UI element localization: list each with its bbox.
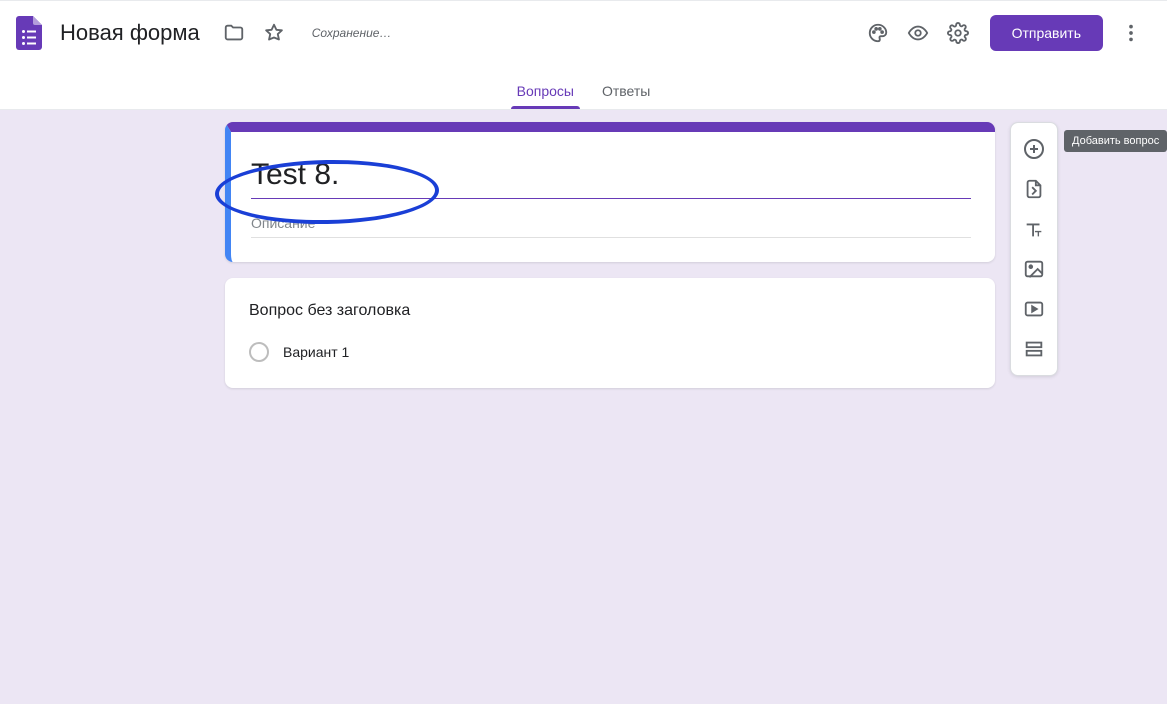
top-bar: Новая форма Сохранение… Отправить bbox=[0, 0, 1167, 64]
settings-icon[interactable] bbox=[938, 13, 978, 53]
form-description-input[interactable] bbox=[251, 199, 971, 238]
document-title[interactable]: Новая форма bbox=[60, 20, 200, 46]
question-option-row[interactable]: Вариант 1 bbox=[249, 342, 971, 362]
option-label: Вариант 1 bbox=[283, 344, 349, 360]
star-icon[interactable] bbox=[254, 13, 294, 53]
question-title[interactable]: Вопрос без заголовка bbox=[249, 302, 971, 320]
radio-empty-icon bbox=[249, 342, 269, 362]
form-canvas: Вопрос без заголовка Вариант 1 bbox=[225, 122, 995, 388]
more-vert-icon[interactable] bbox=[1111, 13, 1151, 53]
side-toolbar bbox=[1010, 122, 1058, 376]
add-question-tooltip: Добавить вопрос bbox=[1064, 130, 1167, 152]
add-section-button[interactable] bbox=[1016, 331, 1052, 367]
save-state-label: Сохранение… bbox=[312, 26, 392, 40]
add-title-button[interactable] bbox=[1016, 211, 1052, 247]
add-question-button[interactable] bbox=[1016, 131, 1052, 167]
tab-responses[interactable]: Ответы bbox=[588, 83, 664, 109]
work-area: Вопрос без заголовка Вариант 1 bbox=[0, 110, 1167, 704]
palette-icon[interactable] bbox=[858, 13, 898, 53]
preview-icon[interactable] bbox=[898, 13, 938, 53]
tab-questions[interactable]: Вопросы bbox=[503, 83, 588, 109]
tabs-row: Вопросы Ответы bbox=[0, 64, 1167, 110]
add-image-button[interactable] bbox=[1016, 251, 1052, 287]
question-card[interactable]: Вопрос без заголовка Вариант 1 bbox=[225, 278, 995, 388]
import-questions-button[interactable] bbox=[1016, 171, 1052, 207]
folder-icon[interactable] bbox=[214, 13, 254, 53]
send-button[interactable]: Отправить bbox=[990, 15, 1103, 51]
form-header-card[interactable] bbox=[225, 122, 995, 262]
add-video-button[interactable] bbox=[1016, 291, 1052, 327]
form-title-input[interactable] bbox=[251, 156, 971, 199]
forms-logo[interactable] bbox=[16, 16, 42, 50]
